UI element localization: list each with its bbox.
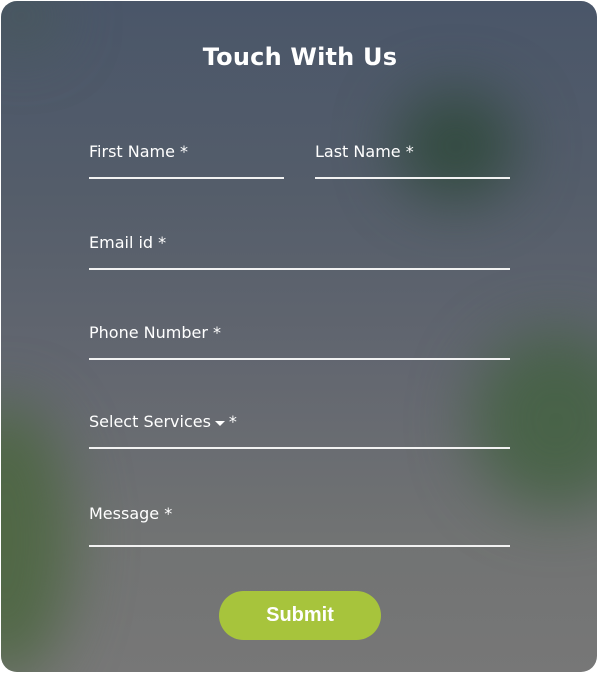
contact-form-card: Touch With Us First Name * Last Name * E…	[1, 1, 597, 672]
first-name-label: First Name *	[89, 142, 189, 161]
select-services-dropdown[interactable]: Select Services *	[89, 409, 510, 449]
last-name-label: Last Name *	[315, 142, 414, 161]
background-blur-foliage	[1, 401, 71, 672]
last-name-field[interactable]: Last Name *	[315, 139, 510, 179]
phone-number-label: Phone Number *	[89, 323, 222, 342]
select-services-label-group: Select Services *	[89, 412, 237, 432]
email-field[interactable]: Email id *	[89, 230, 510, 270]
message-field[interactable]: Message *	[89, 501, 510, 547]
phone-number-field[interactable]: Phone Number *	[89, 320, 510, 360]
message-label: Message *	[89, 504, 173, 523]
first-name-field[interactable]: First Name *	[89, 139, 284, 179]
select-services-required-mark: *	[228, 412, 237, 431]
email-label: Email id *	[89, 233, 167, 252]
select-services-label: Select Services	[89, 412, 211, 431]
caret-down-icon[interactable]	[214, 421, 225, 426]
form-title: Touch With Us	[202, 43, 398, 71]
submit-button[interactable]: Submit	[219, 591, 381, 640]
